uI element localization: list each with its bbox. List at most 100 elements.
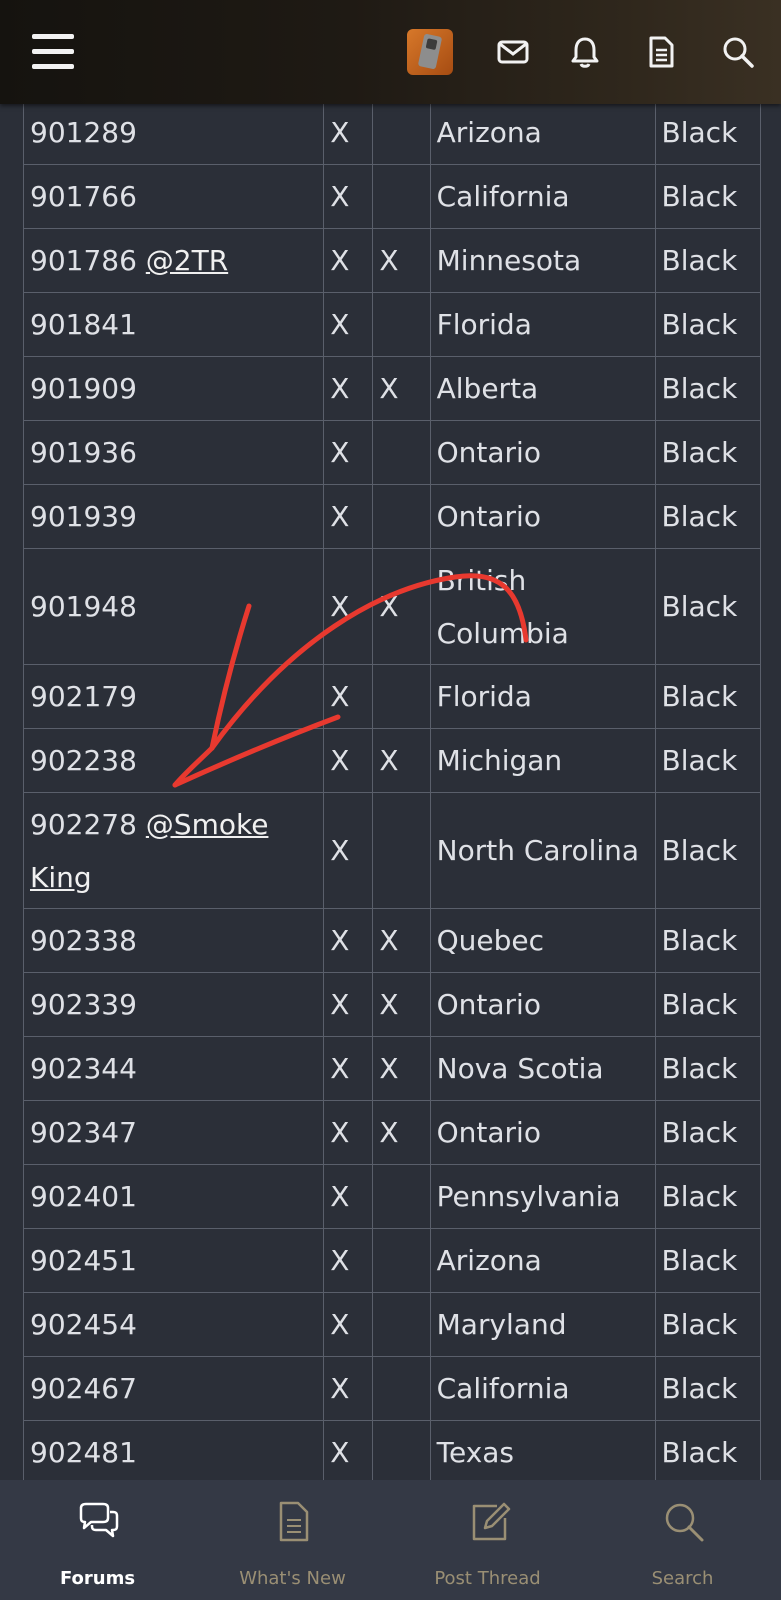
cell-region: Ontario: [429, 1100, 656, 1165]
nav-post-thread[interactable]: Post Thread: [390, 1480, 585, 1600]
cell-color: Black: [654, 728, 762, 793]
cell-x2: X: [372, 728, 431, 793]
table-row: 901936 X Ontario Black: [22, 420, 762, 485]
cell-color: Black: [654, 1100, 762, 1165]
user-mention-link[interactable]: @2TR: [146, 244, 228, 277]
cell-region: Texas: [429, 1420, 656, 1485]
cell-id: 901939: [22, 484, 325, 549]
table-row: 902451 X Arizona Black: [22, 1228, 762, 1293]
serial-number: 902344: [30, 1052, 137, 1085]
cell-region: California: [429, 164, 656, 229]
cell-x1: X: [323, 972, 374, 1037]
cell-color: Black: [654, 292, 762, 357]
cell-id: 901766: [22, 164, 325, 229]
serial-number: 901766: [30, 180, 137, 213]
document-icon[interactable]: [643, 34, 679, 70]
cell-x2: [372, 164, 431, 229]
cell-x1: X: [323, 1228, 374, 1293]
cell-id: 902481: [22, 1420, 325, 1485]
cell-color: Black: [654, 100, 762, 165]
cell-x1: X: [323, 1292, 374, 1357]
table-row: 902338 X X Quebec Black: [22, 908, 762, 973]
cell-id: 901909: [22, 356, 325, 421]
chat-bubbles-icon: [79, 1502, 119, 1538]
serial-number: 902451: [30, 1244, 137, 1277]
cell-x1: X: [323, 484, 374, 549]
cell-x1: X: [323, 420, 374, 485]
serial-number: 901909: [30, 372, 137, 405]
cell-region: Minnesota: [429, 228, 656, 293]
cell-x2: X: [372, 228, 431, 293]
registration-table: 901289 X Arizona Black 901766 X California Blac…: [22, 100, 762, 1485]
cell-region: Maryland: [429, 1292, 656, 1357]
cell-color: Black: [654, 1164, 762, 1229]
cell-x2: X: [372, 1100, 431, 1165]
menu-icon[interactable]: [32, 34, 74, 70]
cell-id: 902278 @Smoke King: [22, 792, 325, 909]
serial-number: 901786: [30, 244, 137, 277]
avatar[interactable]: [407, 29, 453, 75]
cell-x2: X: [372, 972, 431, 1037]
cell-region: Alberta: [429, 356, 656, 421]
cell-id: 902454: [22, 1292, 325, 1357]
table-row: 901909 X X Alberta Black: [22, 356, 762, 421]
search-icon[interactable]: [720, 34, 756, 70]
cell-color: Black: [654, 1356, 762, 1421]
bottom-nav: Forums What's New Post Thread Search: [0, 1480, 781, 1600]
cell-x1: X: [323, 728, 374, 793]
cell-region: California: [429, 1356, 656, 1421]
cell-x2: [372, 484, 431, 549]
table-row: 901841 X Florida Black: [22, 292, 762, 357]
cell-color: Black: [654, 484, 762, 549]
cell-id: 901786 @2TR: [22, 228, 325, 293]
cell-color: Black: [654, 356, 762, 421]
serial-number: 902278: [30, 807, 137, 841]
cell-region: Arizona: [429, 1228, 656, 1293]
cell-x1: X: [323, 164, 374, 229]
top-bar: [0, 0, 781, 104]
cell-x1: X: [323, 1356, 374, 1421]
cell-color: Black: [654, 972, 762, 1037]
table-row: 901948 X X British Columbia Black: [22, 548, 762, 665]
cell-x1: X: [323, 100, 374, 165]
table-row: 901939 X Ontario Black: [22, 484, 762, 549]
cell-x1: X: [323, 548, 374, 665]
serial-number: 902481: [30, 1436, 137, 1469]
table-row: 902481 X Texas Black: [22, 1420, 762, 1485]
cell-x1: X: [323, 664, 374, 729]
cell-region: Pennsylvania: [429, 1164, 656, 1229]
cell-region: Nova Scotia: [429, 1036, 656, 1101]
cell-id: 902179: [22, 664, 325, 729]
cell-color: Black: [654, 1420, 762, 1485]
table-row: 901766 X California Black: [22, 164, 762, 229]
serial-number: 902401: [30, 1180, 137, 1213]
cell-x1: X: [323, 908, 374, 973]
table-row: 902454 X Maryland Black: [22, 1292, 762, 1357]
nav-whats-new[interactable]: What's New: [195, 1480, 390, 1600]
serial-number: 902179: [30, 680, 137, 713]
serial-number: 902238: [30, 744, 137, 777]
cell-color: Black: [654, 164, 762, 229]
cell-id: 902451: [22, 1228, 325, 1293]
cell-id: 902338: [22, 908, 325, 973]
cell-x2: [372, 1356, 431, 1421]
mail-icon[interactable]: [495, 34, 531, 70]
nav-forums[interactable]: Forums: [0, 1480, 195, 1600]
compose-icon: [472, 1502, 511, 1541]
cell-id: 902467: [22, 1356, 325, 1421]
table-row: 902278 @Smoke King X North Carolina Black: [22, 792, 762, 909]
registration-table-wrap: 901289 X Arizona Black 901766 X California Blac…: [22, 100, 762, 1485]
nav-search[interactable]: Search: [585, 1480, 780, 1600]
serial-number: 901939: [30, 500, 137, 533]
cell-x2: X: [372, 548, 431, 665]
serial-number: 902339: [30, 988, 137, 1021]
cell-color: Black: [654, 548, 762, 665]
cell-color: Black: [654, 664, 762, 729]
bell-icon[interactable]: [567, 34, 603, 70]
cell-x2: [372, 792, 431, 909]
cell-id: 901948: [22, 548, 325, 665]
serial-number: 902347: [30, 1116, 137, 1149]
cell-region: Florida: [429, 664, 656, 729]
serial-number: 901841: [30, 308, 137, 341]
table-row: 901786 @2TR X X Minnesota Black: [22, 228, 762, 293]
